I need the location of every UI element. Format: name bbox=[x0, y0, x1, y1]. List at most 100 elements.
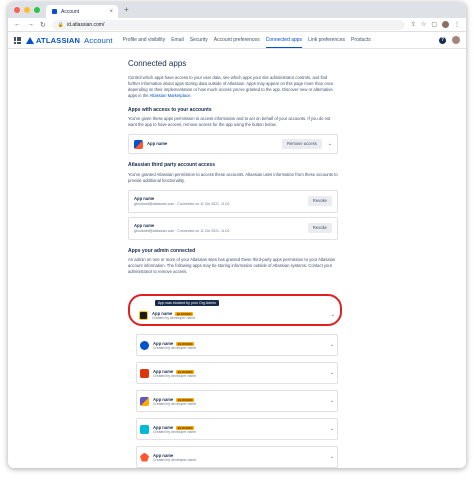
blocked-badge: BLOCKED bbox=[176, 341, 195, 346]
revoke-button[interactable]: Revoke bbox=[307, 196, 332, 207]
new-tab-button[interactable]: + bbox=[124, 5, 129, 14]
third-party-account-card: App name gbuckwell@atlassian.com · Conne… bbox=[128, 189, 338, 213]
section-third-party-desc: You've granted Atlassian permission to a… bbox=[128, 171, 338, 183]
minimize-window-button[interactable] bbox=[24, 7, 30, 13]
close-window-button[interactable] bbox=[14, 7, 20, 13]
browser-profile-avatar[interactable] bbox=[442, 21, 449, 28]
atlassian-logo-icon bbox=[26, 36, 34, 44]
app-switcher-icon[interactable] bbox=[14, 36, 21, 44]
app-name: App name bbox=[153, 368, 174, 374]
chevron-down-icon[interactable]: ⌄ bbox=[330, 426, 334, 432]
admin-app-row[interactable]: App name BLOCKED Created by developer nam… bbox=[136, 418, 338, 440]
atlassian-logo[interactable]: ATLASSIAN Account bbox=[26, 36, 113, 45]
extensions-icon[interactable]: ▢ bbox=[431, 21, 437, 28]
admin-app-row[interactable]: App name BLOCKED Created by developer nam… bbox=[136, 304, 338, 326]
admin-app-info: App name BLOCKED Created by developer nam… bbox=[153, 425, 196, 434]
app-developer: Created by developer name bbox=[153, 345, 197, 350]
logo-subtitle: Account bbox=[84, 35, 113, 45]
app-developer: Created by developer name bbox=[153, 373, 197, 378]
section-admin-connected-title: Apps your admin connected bbox=[128, 247, 196, 254]
remove-access-button[interactable]: Remove access bbox=[282, 139, 322, 150]
app-logo-icon bbox=[140, 396, 149, 406]
account-info: App name gbuckwell@atlassian.com · Conne… bbox=[134, 196, 229, 207]
nav-security[interactable]: Security bbox=[190, 32, 208, 48]
admin-app-row[interactable]: App name Created by developer name ⌄ bbox=[136, 446, 338, 468]
chevron-down-icon[interactable]: ⌄ bbox=[330, 370, 334, 376]
revoke-button[interactable]: Revoke bbox=[307, 223, 332, 234]
section-third-party-title: Atlassian third party account access bbox=[128, 162, 215, 169]
nav-email[interactable]: Email bbox=[171, 32, 184, 48]
browser-actions: ⇪ ☆ ▢ ⋮ bbox=[411, 21, 460, 28]
lock-icon: 🔒 bbox=[57, 21, 65, 28]
nav-profile[interactable]: Profile and visibility bbox=[123, 32, 166, 48]
section-your-accounts-title: Apps with access to your accounts bbox=[128, 106, 212, 113]
main-nav: Profile and visibility Email Security Ac… bbox=[123, 32, 371, 48]
app-logo-icon bbox=[134, 139, 143, 149]
chevron-down-icon[interactable]: ⌄ bbox=[328, 141, 332, 148]
main-content: Connected apps Control which apps have a… bbox=[128, 58, 338, 281]
account-info: App name gbuckwell@atlassian.com · Conne… bbox=[134, 223, 229, 234]
admin-app-info: App name BLOCKED Created by developer nam… bbox=[153, 397, 196, 406]
app-logo-icon bbox=[140, 340, 149, 350]
browser-menu-icon[interactable]: ⋮ bbox=[454, 21, 460, 28]
blocked-badge: BLOCKED bbox=[176, 369, 195, 374]
header-actions: ? bbox=[439, 36, 460, 44]
chevron-down-icon[interactable]: ⌄ bbox=[331, 312, 335, 318]
app-logo-icon bbox=[140, 424, 149, 434]
marketplace-link[interactable]: Atlassian Marketplace. bbox=[149, 93, 191, 98]
app-developer: Created by developer name bbox=[153, 457, 197, 462]
account-connection-details: gbuckwell@atlassian.com · Connected on 1… bbox=[134, 201, 230, 206]
third-party-account-card: App name gbuckwell@atlassian.com · Conne… bbox=[128, 216, 338, 240]
maximize-window-button[interactable] bbox=[34, 7, 40, 13]
nav-connected-apps[interactable]: Connected apps bbox=[265, 32, 303, 48]
blocked-badge: BLOCKED bbox=[176, 425, 195, 430]
bookmark-star-icon[interactable]: ☆ bbox=[421, 21, 426, 28]
admin-app-row[interactable]: App name BLOCKED Created by developer nam… bbox=[136, 390, 338, 412]
admin-app-info: App name Created by developer name bbox=[153, 453, 196, 462]
app-name: App name bbox=[153, 340, 174, 346]
tab-bar: Account × + bbox=[8, 2, 466, 18]
window-controls bbox=[14, 7, 40, 13]
chevron-down-icon[interactable]: ⌄ bbox=[330, 342, 334, 348]
app-developer: Created by developer name bbox=[153, 429, 197, 434]
blocked-badge: BLOCKED bbox=[176, 397, 195, 402]
nav-account-preferences[interactable]: Account preferences bbox=[214, 32, 260, 48]
tab-close-icon[interactable]: × bbox=[109, 9, 113, 15]
app-name: App name bbox=[147, 141, 168, 147]
app-logo-icon bbox=[140, 452, 149, 462]
browser-tab[interactable]: Account × bbox=[46, 5, 118, 18]
admin-app-info: App name BLOCKED Created by developer nam… bbox=[153, 369, 196, 378]
blocked-badge: BLOCKED bbox=[175, 311, 194, 316]
admin-app-info: App name BLOCKED Created by developer nam… bbox=[153, 341, 196, 350]
help-icon[interactable]: ? bbox=[439, 36, 446, 44]
app-developer: Created by developer name bbox=[153, 401, 197, 406]
nav-products[interactable]: Products bbox=[351, 32, 371, 48]
url-field[interactable]: 🔒 id.atlassian.com/ bbox=[51, 19, 405, 30]
address-bar: ← → ↻ 🔒 id.atlassian.com/ ⇪ ☆ ▢ ⋮ bbox=[8, 18, 466, 32]
admin-app-row[interactable]: App name BLOCKED Created by developer nam… bbox=[136, 362, 338, 384]
back-icon[interactable]: ← bbox=[14, 21, 21, 28]
page-intro: Control which apps have access to your u… bbox=[128, 75, 338, 99]
share-icon[interactable]: ⇪ bbox=[411, 21, 416, 28]
app-header: ATLASSIAN Account Profile and visibility… bbox=[8, 32, 466, 49]
app-name: App name bbox=[153, 424, 174, 430]
app-logo-icon bbox=[139, 310, 148, 320]
tab-title: Account bbox=[61, 8, 80, 15]
logo-text: ATLASSIAN bbox=[36, 35, 81, 45]
reload-icon[interactable]: ↻ bbox=[40, 21, 46, 29]
app-developer: Created by developer name bbox=[152, 315, 196, 320]
app-name: App name bbox=[153, 396, 174, 402]
chevron-down-icon[interactable]: ⌄ bbox=[330, 454, 334, 460]
account-connection-details: gbuckwell@atlassian.com · Connected on 1… bbox=[134, 228, 230, 233]
forward-icon[interactable]: → bbox=[27, 21, 34, 28]
section-your-accounts-desc: You've given these apps permission to ac… bbox=[128, 116, 331, 128]
app-name: App name bbox=[153, 452, 174, 458]
admin-connected-app-list: App name BLOCKED Created by developer nam… bbox=[136, 304, 338, 474]
user-avatar[interactable] bbox=[452, 36, 460, 44]
app-logo-icon bbox=[140, 368, 149, 378]
chevron-down-icon[interactable]: ⌄ bbox=[330, 398, 334, 404]
nav-link-preferences[interactable]: Link preferences bbox=[308, 32, 345, 48]
admin-app-row[interactable]: App name BLOCKED Created by developer nam… bbox=[136, 334, 338, 356]
connected-app-card: App name Remove access ⌄ bbox=[128, 134, 338, 155]
admin-app-info: App name BLOCKED Created by developer nam… bbox=[152, 311, 195, 320]
